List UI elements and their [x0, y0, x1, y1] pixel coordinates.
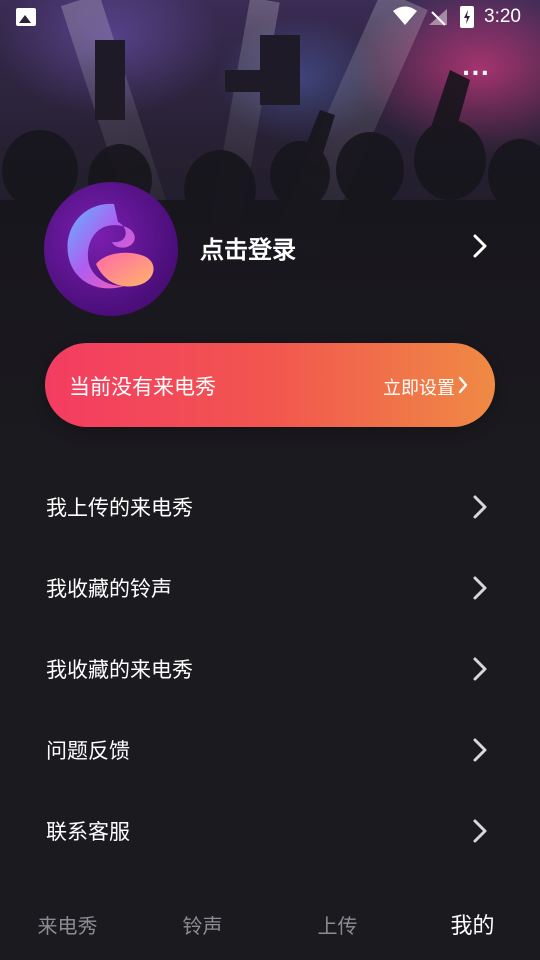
- menu-item-customer-service[interactable]: 联系客服: [0, 790, 540, 871]
- chevron-right-icon: [473, 738, 487, 762]
- tab-call-show[interactable]: 来电秀: [0, 888, 135, 960]
- call-show-banner[interactable]: 当前没有来电秀 立即设置: [45, 343, 495, 427]
- chevron-right-icon: [473, 495, 487, 519]
- status-time: 3:20: [484, 6, 521, 27]
- wifi-icon: [393, 6, 417, 25]
- menu-list: 我上传的来电秀 我收藏的铃声 我收藏的来电秀 问题反馈 联系客服: [0, 466, 540, 871]
- avatar[interactable]: [44, 182, 178, 316]
- menu-item-label: 我收藏的铃声: [46, 577, 172, 601]
- menu-item-label: 我上传的来电秀: [46, 496, 193, 520]
- chevron-right-icon[interactable]: [470, 233, 490, 259]
- menu-item-label: 问题反馈: [46, 739, 130, 763]
- image-icon: [16, 8, 36, 26]
- banner-message: 当前没有来电秀: [69, 375, 216, 399]
- menu-item-favorite-call-shows[interactable]: 我收藏的来电秀: [0, 628, 540, 709]
- bottom-tab-bar: 来电秀 铃声 上传 我的: [0, 888, 540, 960]
- menu-item-favorite-ringtones[interactable]: 我收藏的铃声: [0, 547, 540, 628]
- battery-charging-icon: [460, 6, 474, 28]
- more-options-button[interactable]: ...: [462, 56, 490, 81]
- set-now-button[interactable]: 立即设置: [383, 374, 455, 400]
- chevron-right-icon: [473, 657, 487, 681]
- menu-item-feedback[interactable]: 问题反馈: [0, 709, 540, 790]
- menu-item-label: 我收藏的来电秀: [46, 658, 193, 682]
- tab-ringtones[interactable]: 铃声: [135, 888, 270, 960]
- tab-mine[interactable]: 我的: [405, 888, 540, 960]
- menu-item-label: 联系客服: [46, 820, 130, 844]
- signal-off-icon: [429, 9, 447, 26]
- menu-item-my-uploads[interactable]: 我上传的来电秀: [0, 466, 540, 547]
- chevron-right-icon: [473, 819, 487, 843]
- chevron-right-icon: [458, 376, 468, 394]
- status-bar: 3:20: [0, 0, 540, 36]
- login-link[interactable]: 点击登录: [200, 230, 296, 265]
- tab-upload[interactable]: 上传: [270, 888, 405, 960]
- app-logo-icon: [67, 203, 154, 289]
- chevron-right-icon: [473, 576, 487, 600]
